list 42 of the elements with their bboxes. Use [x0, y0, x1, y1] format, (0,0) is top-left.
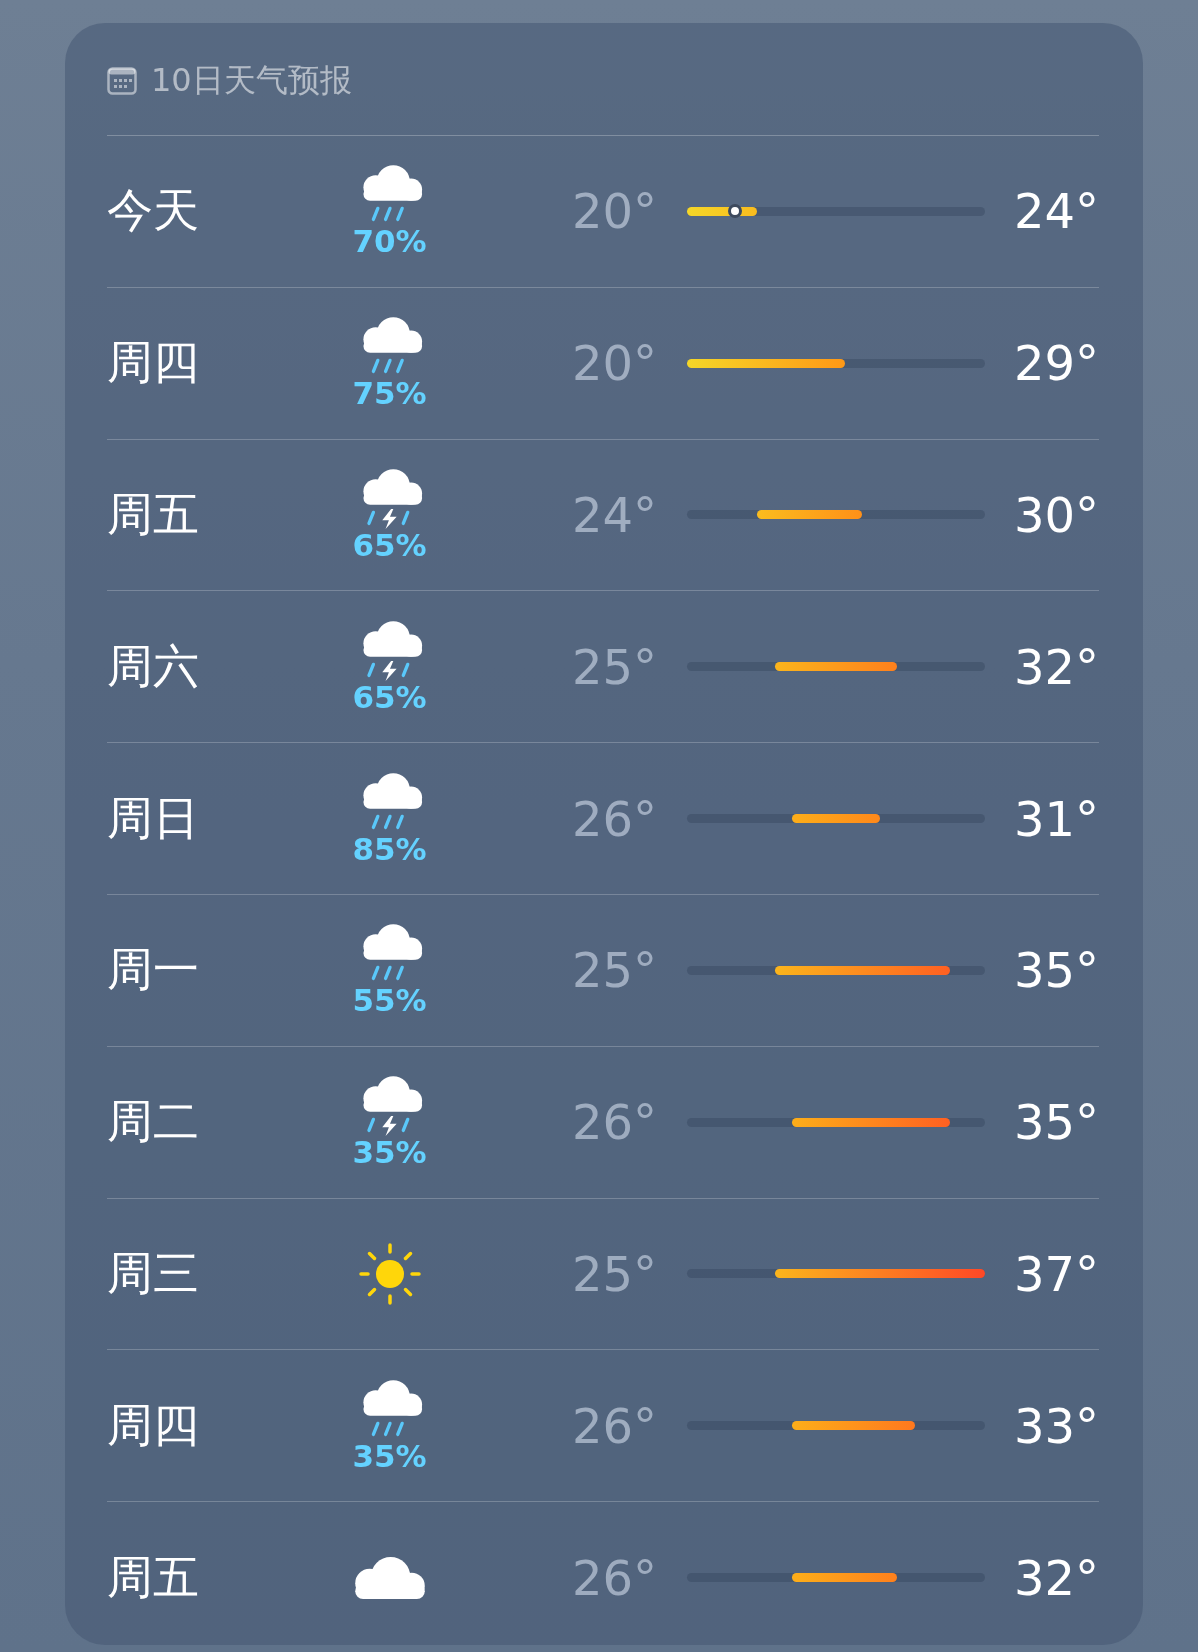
high-temperature: 35° — [1012, 1094, 1099, 1151]
low-temperature: 24° — [570, 487, 658, 543]
low-temperature: 20° — [570, 335, 658, 392]
high-temperature: 31° — [1012, 790, 1099, 847]
high-temperature: 37° — [1012, 1245, 1099, 1302]
day-label: 周日 — [107, 789, 200, 847]
precipitation-chance: 70% — [352, 223, 427, 260]
precipitation-chance: 75% — [352, 375, 427, 412]
precipitation-chance: 55% — [352, 982, 427, 1019]
precipitation-chance: 65% — [352, 678, 427, 715]
low-temperature: 25° — [570, 1245, 658, 1302]
day-label: 周五 — [107, 1548, 200, 1606]
high-temperature: 35° — [1012, 942, 1099, 999]
day-label: 周五 — [107, 486, 200, 543]
low-temperature: 26° — [570, 1549, 658, 1606]
high-temperature: 32° — [1012, 1549, 1099, 1606]
high-temperature: 30° — [1012, 487, 1099, 543]
high-temperature: 24° — [1012, 183, 1099, 240]
day-label: 周六 — [107, 637, 200, 695]
precipitation-chance: 35% — [352, 1134, 427, 1171]
high-temperature: 32° — [1012, 638, 1099, 695]
low-temperature: 26° — [570, 790, 658, 847]
day-label: 今天 — [107, 182, 200, 240]
day-label: 周二 — [107, 1093, 200, 1151]
day-label: 周四 — [107, 334, 200, 392]
high-temperature: 29° — [1012, 335, 1099, 392]
precipitation-chance: 35% — [352, 1437, 427, 1474]
low-temperature: 25° — [570, 638, 658, 695]
precipitation-chance: 65% — [352, 527, 427, 563]
section-title: 10日天气预报 — [151, 60, 352, 101]
low-temperature: 26° — [570, 1397, 658, 1454]
calendar-icon — [107, 67, 137, 95]
precipitation-chance: 85% — [352, 830, 427, 867]
day-label: 周三 — [107, 1244, 200, 1302]
low-temperature: 25° — [570, 942, 658, 999]
day-label: 周一 — [107, 941, 200, 999]
high-temperature: 33° — [1012, 1397, 1099, 1454]
sun-icon — [357, 1241, 422, 1306]
day-label: 周四 — [107, 1396, 200, 1454]
cloud-icon — [354, 1556, 425, 1599]
low-temperature: 20° — [570, 183, 658, 240]
low-temperature: 26° — [570, 1094, 658, 1151]
